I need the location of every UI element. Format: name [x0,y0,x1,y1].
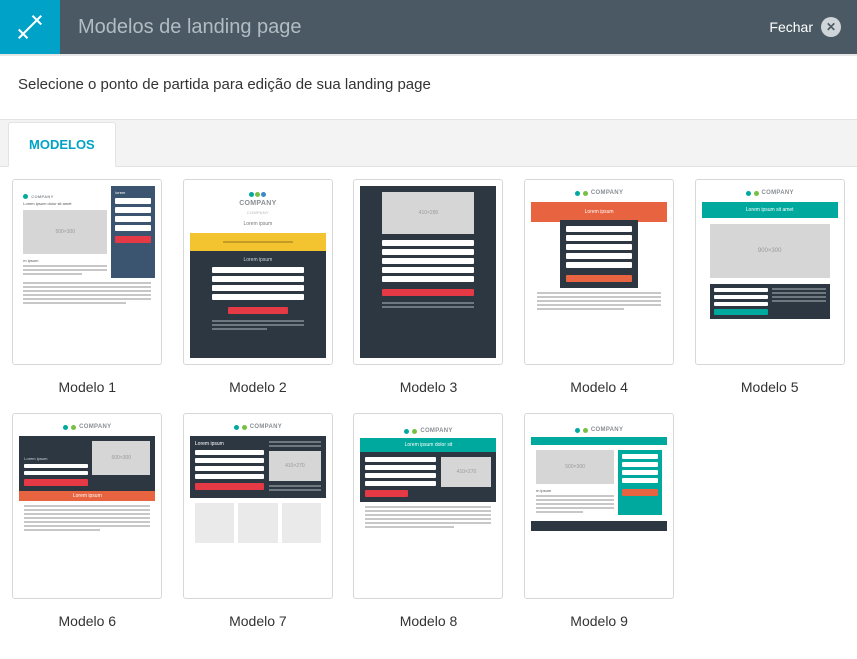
placeholder-image: 900×300 [710,224,830,278]
template-thumb: 410×280 [353,179,503,365]
template-label: Modelo 3 [400,379,458,395]
template-card[interactable]: COMPANY 500×300 m ipsum [524,413,675,629]
template-label: Modelo 2 [229,379,287,395]
logo-text: COMPANY [250,424,282,430]
placeholder-image: 410×270 [441,457,491,487]
template-label: Modelo 5 [741,379,799,395]
logo-text: COMPANY [591,190,623,196]
template-thumb: COMPANY Lorem ipsum 500×300 Lorem ipsum [12,413,162,599]
logo-text: COMPANY [239,200,276,207]
template-card[interactable]: COMPANY Lorem ipsum dolor sit 410×270 [353,413,504,629]
template-thumb: COMPANY COMPANY Lorem ipsum Lorem ipsum [183,179,333,365]
banner-text: Lorem ipsum dolor sit [360,438,496,452]
close-label: Fechar [769,19,813,35]
app-icon-box [0,0,60,54]
lorem-text: Lorem ipsum dolor sit amet [23,201,107,206]
template-thumb: COMPANY Lorem ipsum dolor sit 410×270 [353,413,503,599]
template-card[interactable]: COMPANY Lorem ipsum 500×300 Lorem ipsum [12,413,163,629]
logo-text: COMPANY [79,424,111,430]
template-label: Modelo 7 [229,613,287,629]
placeholder-image: 410×280 [382,192,474,234]
template-card[interactable]: COMPANY Lorem ipsum 410×270 [183,413,334,629]
lorem-text: Lorem ipsum [195,441,264,447]
placeholder-image: 500×300 [23,210,107,254]
lorem-text: m ipsum [536,488,614,493]
tab-strip: MODELOS [0,119,857,167]
template-thumb: COMPANY Lorem ipsum 410×270 [183,413,333,599]
placeholder-image: 500×300 [536,450,614,484]
template-label: Modelo 4 [570,379,628,395]
template-thumb: COMPANY Lorem ipsum dolor sit amet 500×3… [12,179,162,365]
logo-text: COMPANY [420,428,452,434]
banner-text: Lorem ipsum [19,491,155,501]
logo-text: COMPANY [31,195,53,199]
template-card[interactable]: 410×280 Modelo 3 [353,179,504,395]
template-label: Modelo 6 [59,613,117,629]
template-thumb: COMPANY Lorem ipsum [524,179,674,365]
template-thumb: COMPANY 500×300 m ipsum [524,413,674,599]
pencil-ruler-icon [15,12,45,42]
placeholder-image: 410×270 [269,451,321,481]
template-card[interactable]: COMPANY Lorem ipsum dolor sit amet 500×3… [12,179,163,395]
close-icon: ✕ [821,17,841,37]
template-grid: COMPANY Lorem ipsum dolor sit amet 500×3… [0,167,857,641]
banner-text: Lorem ipsum sit amet [702,202,838,218]
logo-text: COMPANY [591,427,623,433]
template-label: Modelo 1 [59,379,117,395]
template-thumb: COMPANY Lorem ipsum sit amet 900×300 [695,179,845,365]
tab-modelos[interactable]: MODELOS [8,122,116,167]
placeholder-image: 500×300 [92,441,150,475]
lorem-text: Lorem ipsum [243,221,272,227]
banner-text: Lorem ipsum [531,202,667,222]
template-card[interactable]: COMPANY Lorem ipsum sit amet 900×300 Mod… [694,179,845,395]
template-card[interactable]: COMPANY COMPANY Lorem ipsum Lorem ipsum … [183,179,334,395]
close-button[interactable]: Fechar ✕ [769,17,841,37]
template-card[interactable]: COMPANY Lorem ipsum Modelo 4 [524,179,675,395]
logo-sub: COMPANY [247,210,269,215]
page-title: Modelos de landing page [78,16,302,39]
subtitle: Selecione o ponto de partida para edição… [0,56,857,119]
logo-text: COMPANY [762,190,794,196]
template-label: Modelo 9 [570,613,628,629]
header-bar: Modelos de landing page Fechar ✕ [0,0,857,54]
template-label: Modelo 8 [400,613,458,629]
